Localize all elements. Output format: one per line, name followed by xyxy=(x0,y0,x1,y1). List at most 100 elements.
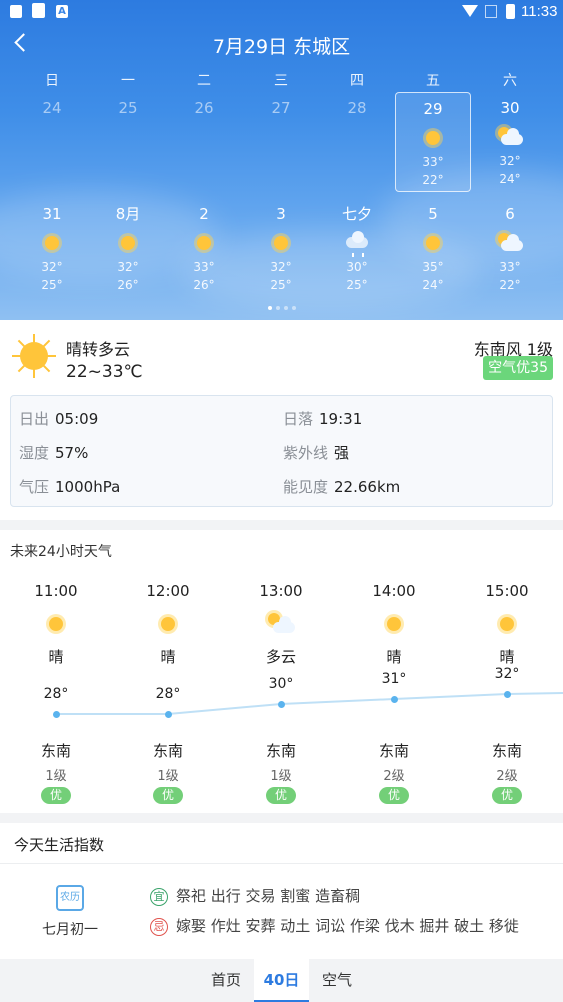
day-number: 27 xyxy=(271,99,291,117)
sunny-icon xyxy=(380,612,408,636)
wind-level: 1级 xyxy=(45,769,67,784)
calendar-day[interactable]: 26 xyxy=(166,92,242,192)
hour-condition: 晴 xyxy=(499,648,515,666)
aqi-badge: 优 xyxy=(41,787,71,804)
day-high-temp: 35° xyxy=(422,260,444,274)
bottom-tabs: 首页 40日 空气 xyxy=(0,959,563,1002)
day-low-temp: 25° xyxy=(41,278,63,292)
day-low-temp: 24° xyxy=(422,278,444,292)
calendar-day[interactable]: 28 xyxy=(319,92,395,192)
day-low-temp: 25° xyxy=(346,278,368,292)
weekday-label: 六 xyxy=(503,73,517,89)
sim-icon xyxy=(32,3,45,18)
day-high-temp: 33° xyxy=(499,260,521,274)
wifi-icon xyxy=(462,5,478,17)
sunny-icon xyxy=(420,127,446,149)
day-low-temp: 24° xyxy=(499,172,521,186)
hour-time: 15:00 xyxy=(485,582,529,600)
day-number: 26 xyxy=(194,99,214,117)
calendar-day[interactable]: 6 33° 22° xyxy=(472,198,548,298)
day-low-temp: 22° xyxy=(422,173,444,187)
divider xyxy=(0,863,563,864)
rain-icon xyxy=(344,231,370,257)
calendar-day[interactable]: 8月 32° 26° xyxy=(90,198,166,298)
calendar-day[interactable]: 27 xyxy=(243,92,319,192)
aqi-badge: 优 xyxy=(153,787,183,804)
weekday-label: 三 xyxy=(274,73,288,89)
suitable-activities: 宜祭祀 出行 交易 割蜜 造畜稠 xyxy=(150,885,360,906)
wind-direction: 东南 xyxy=(152,742,183,760)
tab-air[interactable]: 空气 xyxy=(307,959,367,1002)
aqi-badge: 优 xyxy=(266,787,296,804)
hour-condition: 晴 xyxy=(386,648,402,666)
aqi-badge: 优 xyxy=(379,787,409,804)
calendar-day[interactable]: 3 32° 25° xyxy=(243,198,319,298)
calendar-day[interactable]: 5 35° 24° xyxy=(395,198,471,298)
hour-condition: 晴 xyxy=(48,648,64,666)
day-high-temp: 32° xyxy=(41,260,63,274)
sunny-icon xyxy=(39,232,65,254)
wind-direction: 东南 xyxy=(40,742,71,760)
tab-home[interactable]: 首页 xyxy=(196,959,256,1002)
sunny-icon xyxy=(115,232,141,254)
calendar-day[interactable]: 29 33° 22° xyxy=(395,92,471,192)
day-low-temp: 25° xyxy=(270,278,292,292)
hour-temp-point xyxy=(164,710,172,718)
sunny-icon xyxy=(493,612,521,636)
sunny-icon xyxy=(420,232,446,254)
calendar-day[interactable]: 2 33° 26° xyxy=(166,198,242,298)
calendar-day[interactable]: 七夕 30° 25° xyxy=(319,198,395,298)
sunny-icon xyxy=(12,334,56,378)
day-number: 3 xyxy=(276,205,286,223)
day-high-temp: 32° xyxy=(499,154,521,168)
air-quality-badge[interactable]: 空气优35 xyxy=(483,356,553,380)
hour-temp: 32° xyxy=(494,666,520,682)
day-low-temp: 26° xyxy=(117,278,139,292)
weekday-label: 二 xyxy=(197,73,211,89)
hour-wind: 东南 1级优 xyxy=(0,740,112,804)
aqi-badge: 优 xyxy=(492,787,522,804)
day-number: 28 xyxy=(347,99,367,117)
page-dot xyxy=(267,306,272,310)
hourly-item: 13:00 多云 xyxy=(225,582,337,667)
day-high-temp: 30° xyxy=(346,260,368,274)
hourly-item: 14:00 晴 xyxy=(338,582,450,667)
today-condition: 晴转多云 xyxy=(66,340,131,359)
hour-condition: 多云 xyxy=(265,648,296,666)
hour-time: 11:00 xyxy=(34,582,78,600)
avoid-activities: 忌嫁娶 作灶 安葬 动土 词讼 作梁 伐木 掘井 破土 移徙 xyxy=(150,915,519,936)
tab-40-days[interactable]: 40日 xyxy=(254,959,309,1002)
app-a-icon: A xyxy=(56,5,68,18)
calendar-day[interactable]: 30 32° 24° xyxy=(472,92,548,192)
partly-cloudy-icon xyxy=(497,126,523,148)
hour-temp: 28° xyxy=(43,686,69,702)
wind-level: 1级 xyxy=(157,769,179,784)
hour-temp: 28° xyxy=(155,686,181,702)
day-high-temp: 32° xyxy=(117,260,139,274)
calendar-day[interactable]: 25 xyxy=(90,92,166,192)
day-number: 25 xyxy=(118,99,138,117)
uv-row: 紫外线强 xyxy=(283,444,350,462)
wind-level: 2级 xyxy=(496,769,518,784)
wind-level: 2级 xyxy=(383,769,405,784)
weekday-label: 四 xyxy=(350,73,364,89)
page-dot xyxy=(283,306,288,310)
life-index: 今天生活指数 农历 七月初一 宜祭祀 出行 交易 割蜜 造畜稠 忌嫁娶 作灶 安… xyxy=(0,823,563,959)
hour-temp: 31° xyxy=(381,671,407,687)
partly-cloudy-icon xyxy=(267,612,295,636)
battery-icon xyxy=(506,4,515,19)
calendar-day[interactable]: 31 32° 25° xyxy=(14,198,90,298)
calendar-day[interactable]: 24 xyxy=(14,92,90,192)
weather-details: 日出 05:09 日落 19:31 湿度 57% 紫外线强 气压 1000hPa 能见度… xyxy=(10,395,553,507)
page-dot xyxy=(291,306,296,310)
life-index-title: 今天生活指数 xyxy=(14,836,105,854)
day-low-temp: 22° xyxy=(499,278,521,292)
hour-temp-point xyxy=(52,710,60,718)
calendar-icon[interactable]: 农历 xyxy=(56,885,84,911)
hour-temp-point xyxy=(390,695,398,703)
lunar-date: 七月初一 xyxy=(42,922,98,938)
hour-time: 13:00 xyxy=(259,582,303,600)
hour-temp-point xyxy=(503,690,511,698)
hourly-forecast[interactable]: 未来24小时天气 11:00 晴 28° 东南 1级优 12:00 晴 28° 东南 1级优 13:… xyxy=(0,530,563,813)
hour-wind: 东南 2级优 xyxy=(338,740,450,804)
